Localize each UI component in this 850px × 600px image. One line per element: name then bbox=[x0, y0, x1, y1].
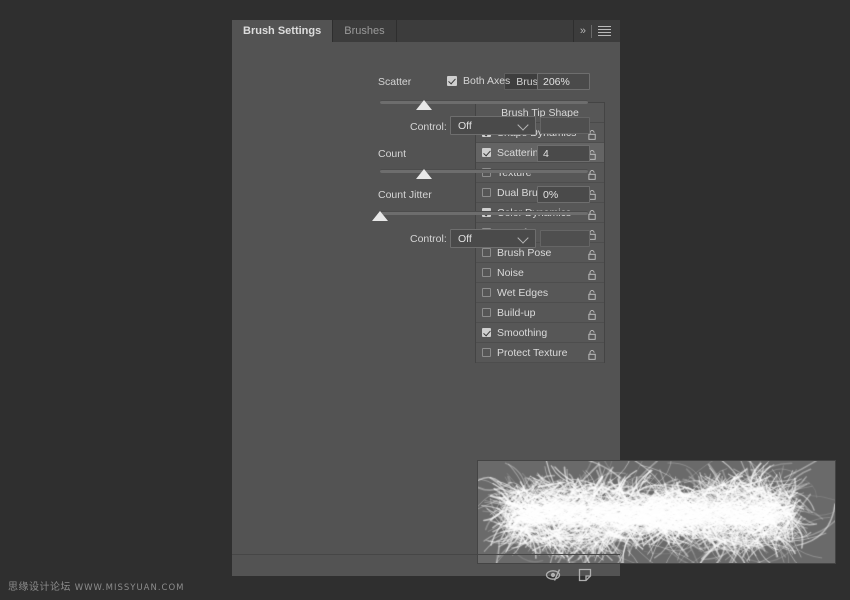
count-label: Count bbox=[378, 148, 406, 160]
brush-stroke-canvas bbox=[478, 461, 835, 563]
count-jitter-slider-track[interactable] bbox=[380, 211, 588, 215]
brush-option-label: Build-up bbox=[497, 307, 536, 319]
brush-option-row[interactable]: Smoothing bbox=[476, 323, 604, 343]
brush-option-checkbox[interactable] bbox=[482, 288, 491, 297]
panel-bottom-bar bbox=[232, 554, 620, 596]
tab-brush-settings[interactable]: Brush Settings bbox=[232, 20, 333, 42]
scatter-label: Scatter bbox=[378, 76, 411, 88]
chevron-down-icon bbox=[517, 119, 528, 130]
tab-brushes-label: Brushes bbox=[344, 25, 384, 37]
tab-brushes[interactable]: Brushes bbox=[333, 20, 396, 42]
brush-option-row[interactable]: Noise bbox=[476, 263, 604, 283]
header-divider bbox=[591, 25, 592, 38]
brush-option-checkbox[interactable] bbox=[482, 248, 491, 257]
brush-option-row[interactable]: Texture bbox=[476, 163, 604, 183]
count-jitter-control-extra-field[interactable] bbox=[540, 230, 590, 247]
panel-tab-bar: Brush Settings Brushes » bbox=[232, 20, 620, 42]
count-jitter-value: 0% bbox=[543, 189, 558, 201]
brush-option-row[interactable]: Build-up bbox=[476, 303, 604, 323]
count-jitter-control-label: Control: bbox=[410, 233, 447, 245]
count-jitter-control-dropdown[interactable]: Off bbox=[450, 229, 536, 248]
count-value: 4 bbox=[543, 148, 549, 160]
scatter-value-field[interactable]: 206% bbox=[537, 73, 590, 90]
count-slider-thumb[interactable] bbox=[416, 169, 432, 179]
brush-option-label: Smoothing bbox=[497, 327, 547, 339]
create-new-brush-icon[interactable] bbox=[577, 567, 593, 588]
brush-option-label: Wet Edges bbox=[497, 287, 548, 299]
scatter-value: 206% bbox=[543, 76, 570, 88]
scatter-control-extra-field[interactable] bbox=[540, 117, 590, 134]
brush-option-label: Protect Texture bbox=[497, 347, 567, 359]
lock-icon[interactable] bbox=[588, 307, 597, 318]
tab-brush-settings-label: Brush Settings bbox=[243, 25, 321, 37]
watermark: 思缘设计论坛 WWW.MISSYUAN.COM bbox=[8, 578, 185, 593]
brush-settings-panel: Brush Settings Brushes » Brushes Brush T… bbox=[232, 20, 620, 576]
lock-icon[interactable] bbox=[588, 267, 597, 278]
count-jitter-slider-thumb[interactable] bbox=[372, 211, 388, 221]
brush-option-checkbox[interactable] bbox=[482, 348, 491, 357]
brush-option-label: Noise bbox=[497, 267, 524, 279]
lock-icon[interactable] bbox=[588, 247, 597, 258]
watermark-en: WWW.MISSYUAN.COM bbox=[75, 583, 185, 593]
tab-bar-filler bbox=[397, 20, 574, 42]
scatter-control-dropdown[interactable]: Off bbox=[450, 116, 536, 135]
scatter-control-value: Off bbox=[458, 120, 472, 132]
lock-icon[interactable] bbox=[588, 167, 597, 178]
count-jitter-control-value: Off bbox=[458, 233, 472, 245]
brush-option-checkbox[interactable] bbox=[482, 148, 491, 157]
count-jitter-label: Count Jitter bbox=[378, 189, 432, 201]
lock-icon[interactable] bbox=[588, 287, 597, 298]
both-axes-label: Both Axes bbox=[463, 75, 510, 87]
scatter-slider-thumb[interactable] bbox=[416, 100, 432, 110]
lock-icon[interactable] bbox=[588, 207, 597, 218]
brush-option-label: Brush Pose bbox=[497, 247, 551, 259]
panel-menu-icon[interactable] bbox=[598, 26, 611, 36]
brush-option-checkbox[interactable] bbox=[482, 268, 491, 277]
count-slider-track[interactable] bbox=[380, 169, 588, 173]
brush-option-checkbox[interactable] bbox=[482, 188, 491, 197]
scatter-slider-track[interactable] bbox=[380, 100, 588, 104]
watermark-cn: 思缘设计论坛 bbox=[8, 582, 71, 593]
collapse-panel-icon[interactable]: » bbox=[580, 26, 585, 37]
lock-icon[interactable] bbox=[588, 327, 597, 338]
both-axes-checkbox-box bbox=[447, 76, 457, 86]
brush-option-checkbox[interactable] bbox=[482, 328, 491, 337]
brush-option-row[interactable]: Protect Texture bbox=[476, 343, 604, 363]
chevron-down-icon bbox=[517, 232, 528, 243]
lock-icon[interactable] bbox=[588, 347, 597, 358]
count-value-field[interactable]: 4 bbox=[537, 145, 590, 162]
count-jitter-value-field[interactable]: 0% bbox=[537, 186, 590, 203]
both-axes-checkbox[interactable]: Both Axes bbox=[447, 75, 510, 87]
brush-option-checkbox[interactable] bbox=[482, 308, 491, 317]
toggle-live-tip-brush-preview-icon[interactable] bbox=[545, 567, 565, 588]
scatter-control-label: Control: bbox=[410, 121, 447, 133]
brush-stroke-preview bbox=[477, 460, 836, 564]
panel-header-icons: » bbox=[574, 20, 620, 42]
brush-option-row[interactable]: Wet Edges bbox=[476, 283, 604, 303]
